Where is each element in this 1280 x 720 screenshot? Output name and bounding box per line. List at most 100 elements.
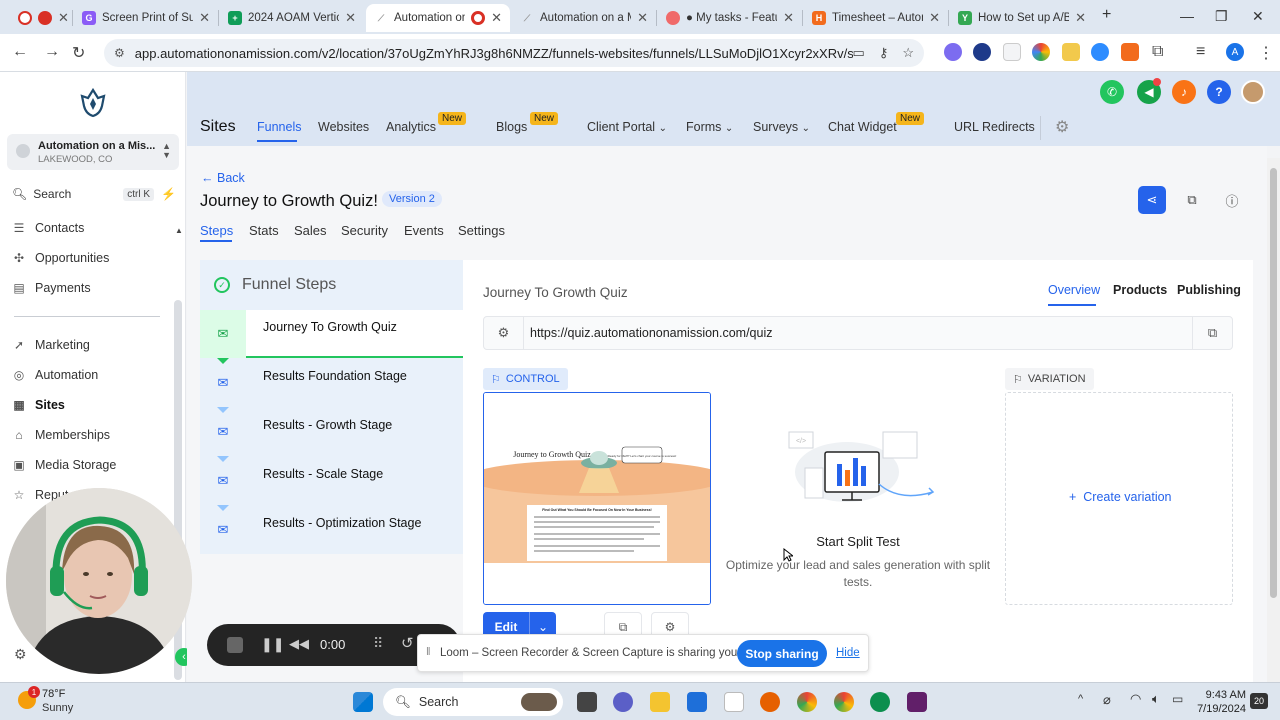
back-arrow-icon[interactable]: ←: [12, 43, 28, 61]
windows-start-icon[interactable]: [353, 692, 373, 712]
browser-tab[interactable]: ✕: [10, 4, 72, 32]
close-tab-icon[interactable]: ✕: [1075, 10, 1086, 26]
task-view-icon[interactable]: [577, 692, 597, 712]
profile-avatar-icon[interactable]: A: [1226, 43, 1244, 61]
tab-settings[interactable]: Settings: [458, 223, 505, 238]
site-info-icon[interactable]: ⚙: [114, 46, 125, 60]
browser-tab[interactable]: Y How to Set up A/B ✕: [950, 4, 1094, 32]
extension-icon[interactable]: [944, 43, 962, 61]
volume-icon[interactable]: 🔈︎: [1152, 691, 1160, 707]
bookmark-star-icon[interactable]: ☆: [902, 45, 914, 61]
edge-icon[interactable]: [870, 692, 890, 712]
bell-icon[interactable]: ♪: [1172, 80, 1196, 104]
sidebar-item-memberships[interactable]: ⌂ Memberships: [12, 425, 110, 445]
funnel-step[interactable]: ✉ Journey To Growth Quiz: [200, 310, 463, 358]
back-link[interactable]: ← Back: [201, 171, 245, 185]
new-tab-icon[interactable]: +: [1102, 6, 1111, 24]
close-tab-icon[interactable]: ✕: [199, 10, 210, 26]
scrollbar-thumb[interactable]: [1270, 168, 1277, 598]
drag-handle-icon[interactable]: ‖: [426, 646, 431, 658]
stop-recording-icon[interactable]: [227, 637, 243, 653]
nav-forms[interactable]: Forms ⌄: [686, 120, 733, 134]
pause-icon[interactable]: ❚❚: [261, 636, 284, 653]
funnel-step[interactable]: ✉ Results - Scale Stage: [200, 457, 463, 505]
nav-blogs[interactable]: Blogs: [496, 120, 527, 134]
close-tab-icon[interactable]: ✕: [58, 10, 69, 26]
restore-icon[interactable]: ❐: [1215, 8, 1228, 25]
user-avatar[interactable]: [1241, 80, 1265, 104]
taskbar-clock[interactable]: 9:43 AM 7/19/2024: [1190, 688, 1246, 716]
close-tab-icon[interactable]: ✕: [637, 10, 648, 26]
close-window-icon[interactable]: ✕: [1252, 8, 1264, 25]
open-external-icon[interactable]: ⧉: [1192, 317, 1232, 349]
page-scrollbar[interactable]: [1267, 158, 1280, 682]
share-icon[interactable]: ⋖: [1138, 186, 1166, 214]
nav-funnels[interactable]: Funnels: [257, 120, 301, 134]
funnel-step[interactable]: ✉ Results - Growth Stage: [200, 408, 463, 456]
stop-sharing-button[interactable]: Stop sharing: [737, 640, 827, 667]
sidebar-item-sites[interactable]: ▦ Sites: [12, 395, 65, 415]
sidebar-item-automation[interactable]: ◎ Automation: [12, 365, 98, 385]
funnel-step[interactable]: ✉ Results Foundation Stage: [200, 359, 463, 407]
nav-url-redirects[interactable]: URL Redirects: [954, 120, 1035, 134]
browser-menu-icon[interactable]: ⋮: [1258, 43, 1274, 63]
file-explorer-icon[interactable]: [650, 692, 670, 712]
create-variation-button[interactable]: + Create variation: [1069, 490, 1172, 504]
minimize-icon[interactable]: —: [1180, 8, 1194, 24]
notification-count-badge[interactable]: 20: [1250, 693, 1268, 709]
firefox-icon[interactable]: [760, 692, 780, 712]
funnel-step[interactable]: ✉ Results - Optimization Stage: [200, 506, 463, 554]
settings-gear-icon[interactable]: ⚙: [14, 646, 27, 663]
battery-icon[interactable]: ▭: [1172, 692, 1183, 706]
nav-client-portal[interactable]: Client Portal ⌄: [587, 120, 667, 134]
settings-gear-icon[interactable]: ⚙: [1055, 117, 1069, 137]
browser-tab[interactable]: G Screen Print of Sur ✕: [74, 4, 218, 32]
harvest-extension-icon[interactable]: [1121, 43, 1139, 61]
sidebar-item-contacts[interactable]: ☰ Contacts: [12, 218, 85, 238]
store-icon[interactable]: [687, 692, 707, 712]
password-key-icon[interactable]: ⚷: [879, 45, 889, 61]
chrome-icon[interactable]: [797, 692, 817, 712]
drag-handle-icon[interactable]: ⠿: [373, 635, 383, 652]
tab-events[interactable]: Events: [404, 223, 444, 238]
reading-list-icon[interactable]: ≡: [1196, 43, 1205, 61]
address-bar[interactable]: ⚙ app.automationonamission.com/v2/locati…: [104, 39, 924, 67]
page-preview-thumbnail[interactable]: Journey to Growth Quiz Ready for liftoff…: [483, 392, 711, 605]
browser-tab[interactable]: ⟋ Automation on a M ✕: [512, 4, 656, 32]
settings-gear-icon[interactable]: ⚙: [484, 317, 524, 349]
chevron-up-icon[interactable]: ^: [1078, 693, 1083, 705]
tab-stats[interactable]: Stats: [249, 223, 279, 238]
tab-security[interactable]: Security: [341, 223, 388, 238]
rewind-icon[interactable]: ◀◀: [289, 636, 309, 652]
info-icon[interactable]: ⓘ: [1218, 186, 1246, 214]
sidebar-item-opportunities[interactable]: ✣ Opportunities: [12, 248, 109, 268]
cast-icon[interactable]: ▭: [853, 45, 865, 61]
tab-publishing[interactable]: Publishing: [1177, 283, 1241, 297]
meet-now-icon[interactable]: ⌀: [1103, 692, 1111, 708]
restart-icon[interactable]: ↺: [401, 634, 414, 652]
close-tab-icon[interactable]: ✕: [345, 10, 356, 26]
webcam-bubble[interactable]: [6, 488, 192, 674]
tab-steps[interactable]: Steps: [200, 223, 233, 238]
extension-icon[interactable]: [973, 43, 991, 61]
lightning-icon[interactable]: ⚡: [161, 187, 176, 201]
extension-icon[interactable]: [1062, 43, 1080, 61]
taskbar-search[interactable]: 🔍︎ Search: [383, 688, 563, 716]
reload-icon[interactable]: ↻: [72, 43, 85, 63]
sidebar-item-payments[interactable]: ▤ Payments: [12, 278, 90, 298]
browser-tab[interactable]: ● My tasks - Featur ✕: [658, 4, 802, 32]
nav-surveys[interactable]: Surveys ⌄: [753, 120, 810, 134]
sidebar-item-media-storage[interactable]: ▣ Media Storage: [12, 455, 116, 475]
wifi-icon[interactable]: ◠: [1130, 691, 1141, 707]
extension-icon[interactable]: [1003, 43, 1021, 61]
browser-tab[interactable]: H Timesheet – Autom ✕: [804, 4, 948, 32]
forward-arrow-icon[interactable]: →: [44, 43, 60, 61]
nav-chat-widget[interactable]: Chat Widget: [828, 120, 897, 134]
browser-tab[interactable]: + 2024 AOAM Vertica ✕: [220, 4, 364, 32]
close-tab-icon[interactable]: ✕: [783, 10, 794, 26]
nav-analytics[interactable]: Analytics: [386, 120, 436, 134]
scroll-up-icon[interactable]: ▲: [175, 226, 183, 235]
nav-websites[interactable]: Websites: [318, 120, 369, 134]
close-tab-icon[interactable]: ✕: [491, 10, 502, 26]
location-switcher[interactable]: Automation on a Mis... LAKEWOOD, CO ▲ ▼: [7, 134, 179, 170]
